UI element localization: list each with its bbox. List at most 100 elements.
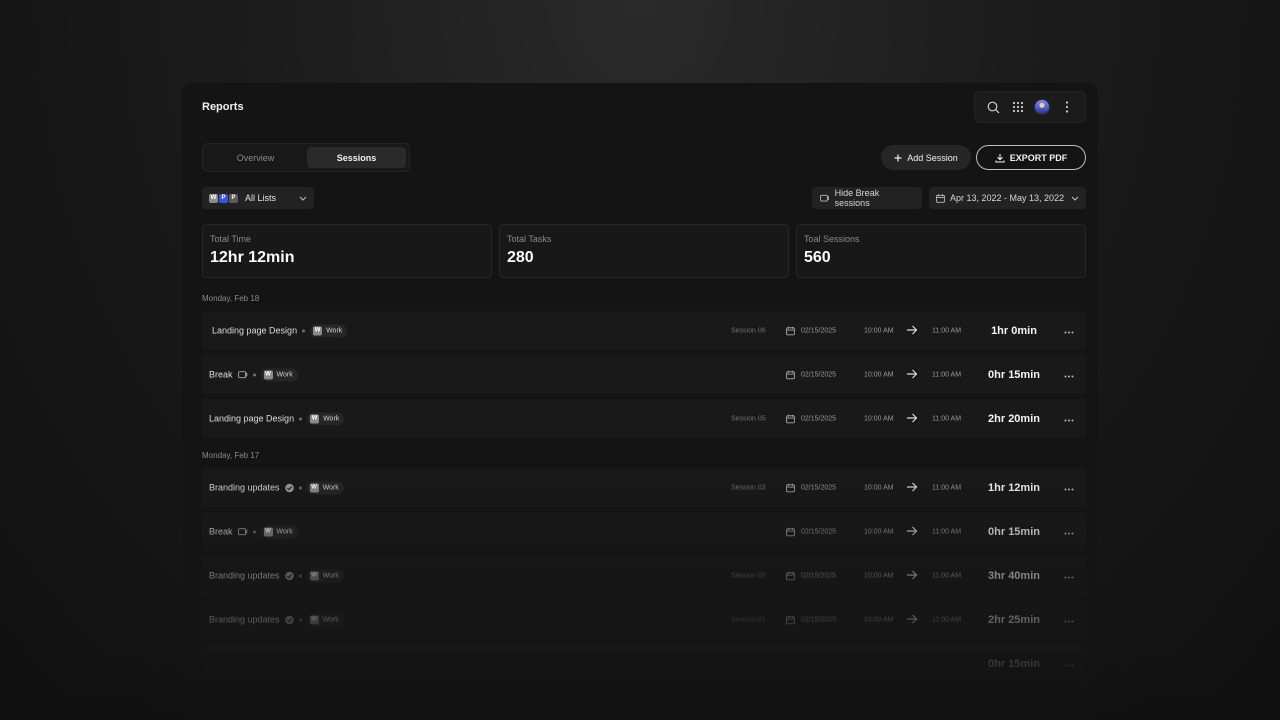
work-list-icon: W [313,326,323,335]
list-badge: W [209,193,218,203]
stat-label: Total Tasks [507,234,552,244]
reports-panel: Reports Overview Sessions Add Session EX… [182,83,1098,720]
stat-total-sessions: Toal Sessions 560 [796,224,1086,278]
more-horizontal-icon[interactable] [1064,620,1074,623]
page-title: Reports [202,101,244,113]
row-more-button[interactable] [1064,659,1074,669]
stat-label: Toal Sessions [804,234,860,244]
lists-filter-label: All Lists [245,193,277,203]
more-horizontal-icon[interactable] [1064,375,1074,378]
day-heading: Monday, Feb 18 [202,294,260,303]
arrow-cell [906,614,918,626]
calendar-icon [786,571,795,580]
tag-label: Work [323,415,340,422]
separator-dot [298,574,302,577]
session-row[interactable]: Landing page Design W Work Session 05 02/15/… [202,399,1086,438]
row-more-button[interactable] [1064,370,1074,380]
session-number: Session 01 [731,616,766,623]
session-row[interactable]: Landing page Design W Work Session 06 02/15/… [202,311,1086,350]
arrow-right-icon [907,325,918,334]
session-row[interactable]: Break W Work 02/15/2025 10:00 AM 11:00 AM 0hr … [202,355,1086,394]
separator-dot [302,329,306,332]
add-session-button[interactable]: Add Session [881,145,971,170]
check-icon [284,615,294,624]
tag-label: Work [276,528,293,535]
calendar-icon [786,527,795,536]
session-date-text: 02/15/2025 [801,484,837,491]
row-more-button[interactable] [1064,326,1074,336]
date-range-picker[interactable]: Apr 13, 2022 - May 13, 2022 [929,187,1086,209]
list-tag: W Work [260,368,298,381]
more-horizontal-icon[interactable] [1064,576,1074,579]
session-duration: 3hr 40min [988,569,1040,582]
arrow-right-icon [907,482,918,491]
more-vertical-icon[interactable] [1058,98,1076,116]
session-name-cell: Branding updates W Work [209,481,344,494]
row-more-button[interactable] [1064,615,1074,625]
separator-dot [299,417,303,420]
user-avatar[interactable] [1033,98,1051,116]
row-more-button[interactable] [1064,483,1074,493]
end-time: 11:00 AM [932,528,962,535]
lists-filter-dropdown[interactable]: WPP All Lists [202,187,314,209]
session-name: Break [209,526,233,537]
session-date: 02/15/2025 [786,414,836,423]
check-icon [284,571,294,580]
session-row[interactable]: 0hr 15min [202,644,1086,683]
export-pdf-button[interactable]: EXPORT PDF [976,145,1086,170]
session-date: 02/15/2025 [786,370,836,379]
stat-total-time: Total Time 12hr 12min [202,224,492,278]
calendar-icon [786,370,795,379]
chevron-down-icon [299,196,307,201]
stat-value: 280 [507,249,534,266]
stat-label: Total Time [210,234,252,244]
tab-sessions[interactable]: Sessions [307,147,406,168]
separator-dot [252,373,256,376]
more-horizontal-icon[interactable] [1064,419,1074,422]
list-badge: P [229,193,238,203]
session-duration: 0hr 15min [988,368,1040,381]
tag-label: Work [322,484,339,491]
hide-break-sessions-toggle[interactable]: Hide Break sessions [812,187,922,209]
tag-label: Work [322,616,339,623]
session-name-cell: Branding updates W Work [209,613,344,626]
end-time: 11:00 AM [932,572,962,579]
list-tag: W Work [306,569,344,582]
end-time: 11:00 AM [932,415,962,422]
arrow-cell [906,413,918,425]
download-icon [995,153,1005,163]
row-more-button[interactable] [1064,571,1074,581]
more-horizontal-icon[interactable] [1064,488,1074,491]
work-list-icon: W [310,414,320,423]
session-name: Branding updates [209,614,280,625]
session-date-text: 02/15/2025 [801,616,837,623]
more-horizontal-icon[interactable] [1064,664,1074,667]
session-date: 02/15/2025 [786,527,836,536]
tab-overview[interactable]: Overview [206,147,305,168]
row-more-button[interactable] [1064,527,1074,537]
list-tag: W Work [306,613,344,626]
work-list-icon: W [263,370,273,379]
session-row[interactable]: Branding updates W Work Session 02 02/15/202… [202,556,1086,595]
list-tag: W Work [260,525,298,538]
session-row[interactable]: Break W Work 02/15/2025 10:00 AM 11:00 AM 0hr … [202,512,1086,551]
session-row[interactable]: Branding updates W Work Session 01 02/15/202… [202,600,1086,639]
session-date-text: 02/15/2025 [801,327,837,334]
more-horizontal-icon[interactable] [1064,331,1074,334]
session-name-cell: Break W Work [209,368,298,381]
calendar-icon [786,615,795,624]
search-icon[interactable] [984,98,1002,116]
work-list-icon: W [309,483,319,492]
session-row[interactable]: Branding updates W Work Session 03 02/15/202… [202,468,1086,507]
top-actions-bar [974,91,1086,123]
more-horizontal-icon[interactable] [1064,532,1074,535]
row-more-button[interactable] [1064,414,1074,424]
apps-grid-icon[interactable] [1009,98,1027,116]
arrow-right-icon [907,526,918,535]
avatar [1034,99,1051,115]
start-time: 10:00 AM [864,616,894,623]
session-name-cell: Landing page Design W Work [209,412,345,425]
list-tag: W Work [310,324,348,337]
check-icon [284,483,294,492]
session-name: Landing page Design [212,325,298,336]
